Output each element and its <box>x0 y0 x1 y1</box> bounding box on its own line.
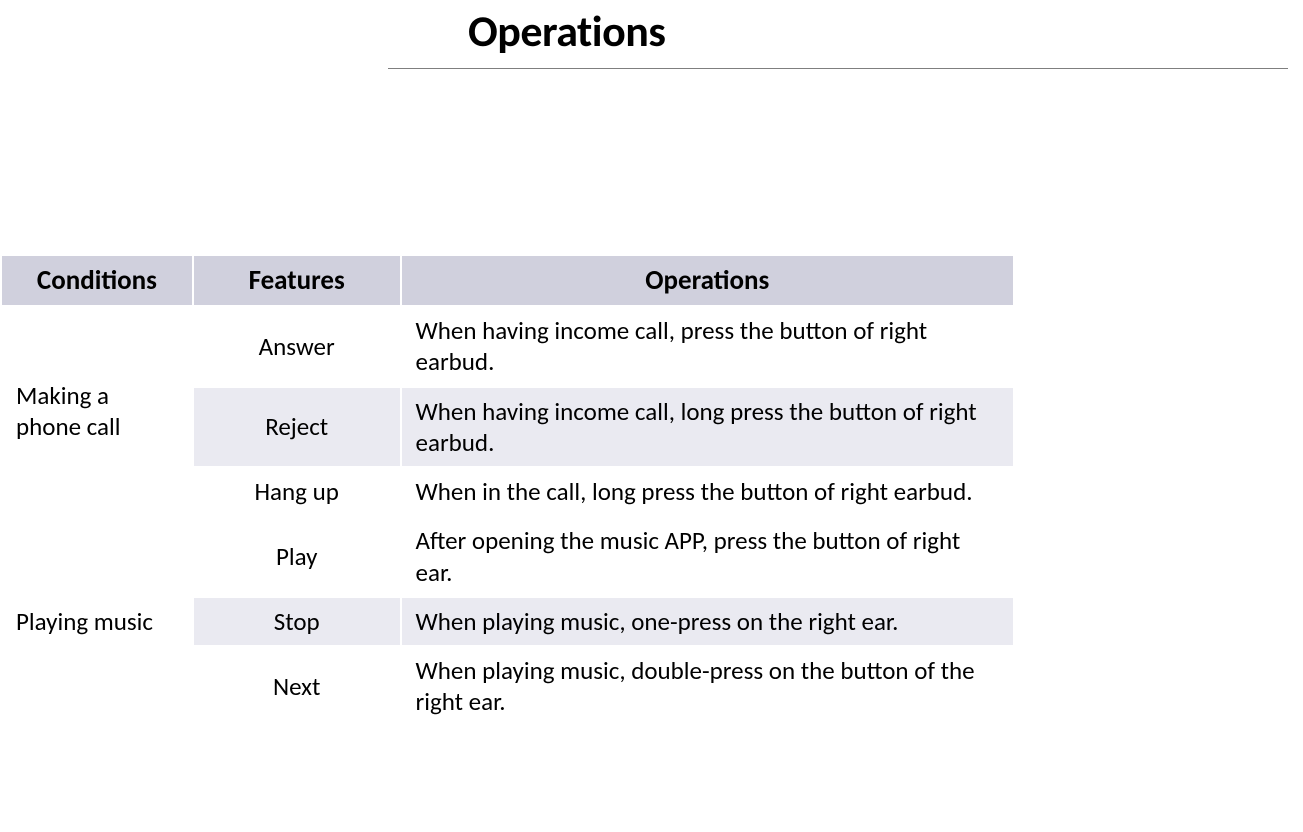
table-row: Playing music Play After opening the mus… <box>1 516 1014 597</box>
condition-cell: Making a phone call <box>1 306 193 516</box>
operation-cell: When playing music, double-press on the … <box>401 646 1014 727</box>
feature-cell: Next <box>193 646 401 727</box>
operation-cell: When playing music, one-press on the rig… <box>401 597 1014 646</box>
feature-cell: Hang up <box>193 467 401 516</box>
page-title: Operations <box>388 0 1288 68</box>
title-block: Operations <box>388 0 1288 69</box>
operations-table: Conditions Features Operations Making a … <box>0 254 1015 728</box>
document-page: Operations Conditions Features Operation… <box>0 0 1303 832</box>
header-operations: Operations <box>401 255 1014 306</box>
header-features: Features <box>193 255 401 306</box>
feature-cell: Answer <box>193 306 401 387</box>
table-header: Conditions Features Operations <box>1 255 1014 306</box>
feature-cell: Reject <box>193 387 401 468</box>
operation-cell: When having income call, long press the … <box>401 387 1014 468</box>
condition-cell: Playing music <box>1 516 193 726</box>
operation-cell: When in the call, long press the button … <box>401 467 1014 516</box>
title-divider <box>388 68 1288 69</box>
header-conditions: Conditions <box>1 255 193 306</box>
feature-cell: Play <box>193 516 401 597</box>
operation-cell: After opening the music APP, press the b… <box>401 516 1014 597</box>
table-body: Making a phone call Answer When having i… <box>1 306 1014 727</box>
table-row: Making a phone call Answer When having i… <box>1 306 1014 387</box>
operation-cell: When having income call, press the butto… <box>401 306 1014 387</box>
feature-cell: Stop <box>193 597 401 646</box>
